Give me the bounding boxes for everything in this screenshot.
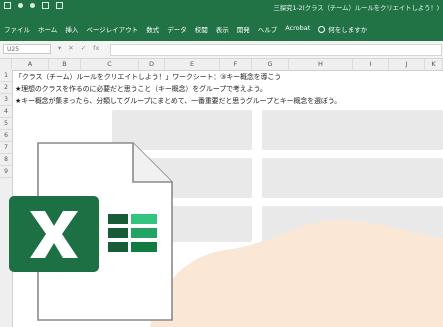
excel-file-icon xyxy=(9,142,173,321)
